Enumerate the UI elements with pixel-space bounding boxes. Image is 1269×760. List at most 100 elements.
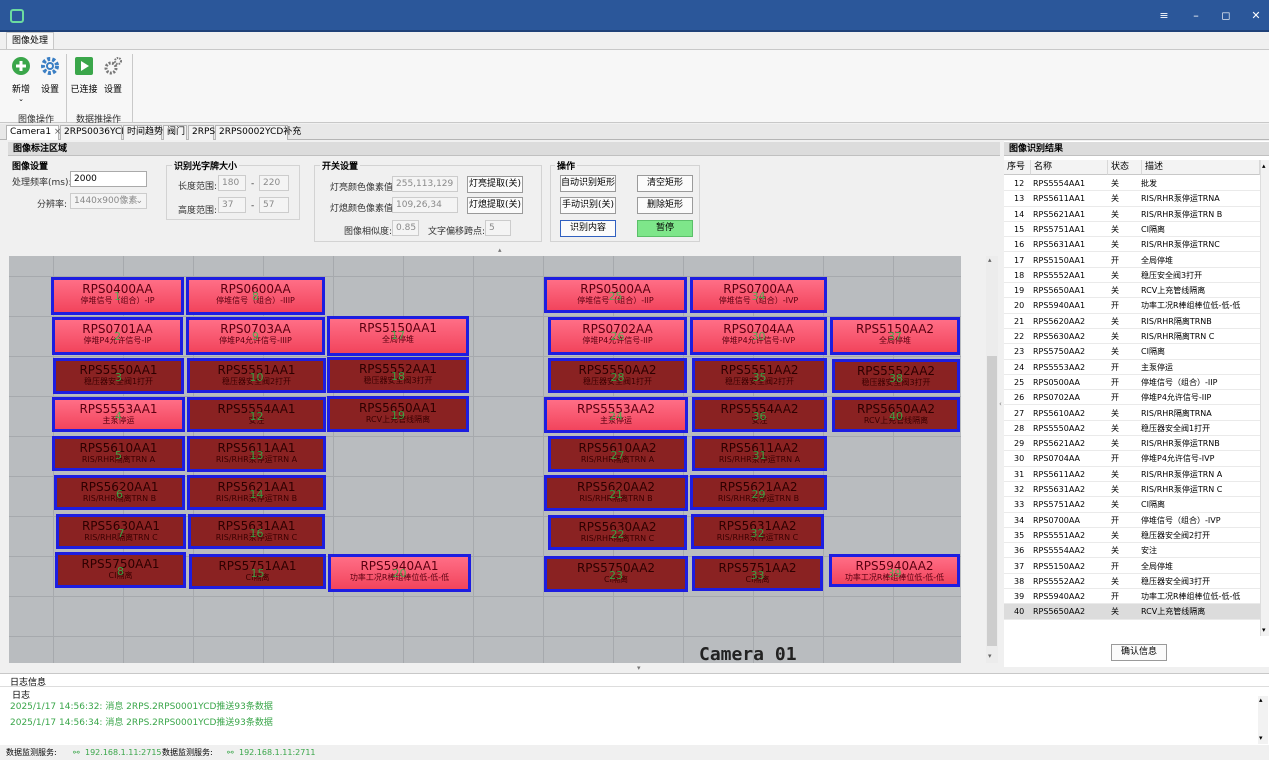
table-row[interactable]: 17 RPS5150AA1 开 全局停堆 xyxy=(1004,253,1260,268)
table-row[interactable]: 22 RPS5630AA2 关 RIS/RHR隔离TRN C xyxy=(1004,329,1260,345)
annunciator-tile[interactable]: RPS5630AA2 RIS/RHR隔离TRN C 22 xyxy=(548,515,687,550)
table-row[interactable]: 26 RPS0702AA 开 停堆P4允许信号-IIP xyxy=(1004,390,1260,406)
annunciator-tile[interactable]: RPS5630AA1 RIS/RHR隔离TRN C7 xyxy=(56,514,186,549)
auto-rect-button[interactable]: 自动识别矩形 xyxy=(560,175,616,192)
off-extract-button[interactable]: 灯熄提取(关) xyxy=(467,197,523,214)
col-header-index[interactable]: 序号 xyxy=(1004,160,1031,175)
recognize-button[interactable]: 识别内容 xyxy=(560,220,616,237)
freq-input[interactable]: 2000 xyxy=(70,171,147,187)
annunciator-tile[interactable]: RPS5551AA1 稳压器安全阀2打开 10 xyxy=(187,358,326,393)
annunciator-tile[interactable]: RPS5650AA1 RCV上充管线隔离 19 xyxy=(327,396,469,432)
table-row[interactable]: 25 RPS0500AA 开 停堆信号（组合）-IIP xyxy=(1004,375,1260,391)
annunciator-tile[interactable]: RPS5621AA2 RIS/RHR泵停运TRN B 29 xyxy=(690,475,827,510)
scroll-down-icon[interactable]: ▾ xyxy=(1259,734,1263,742)
minimize-button[interactable]: – xyxy=(1185,7,1207,25)
annunciator-tile[interactable]: RPS5553AA2 主泵停运 24 xyxy=(544,397,688,433)
data-settings-button[interactable]: 设置 xyxy=(100,56,126,95)
length-max-input[interactable]: 220 xyxy=(259,175,289,191)
height-min-input[interactable]: 37 xyxy=(218,197,246,213)
clear-rect-button[interactable]: 清空矩形 xyxy=(637,175,693,192)
annunciator-tile[interactable]: RPS5551AA2 稳压器安全阀2打开 35 xyxy=(692,358,827,393)
table-row[interactable]: 38 RPS5552AA2 关 稳压器安全阀3打开 xyxy=(1004,574,1260,590)
scroll-up-icon[interactable]: ▴ xyxy=(988,256,992,264)
table-row[interactable]: 32 RPS5631AA2 关 RIS/RHR泵停运TRN C xyxy=(1004,482,1260,498)
col-header-desc[interactable]: 描述 xyxy=(1142,160,1260,175)
settings-button[interactable]: 设置 xyxy=(36,56,64,95)
table-row[interactable]: 35 RPS5551AA2 关 稳压器安全阀2打开 xyxy=(1004,528,1260,544)
annunciator-tile[interactable]: RPS5650AA2 RCV上充管线隔离 40 xyxy=(832,397,960,432)
table-row[interactable]: 24 RPS5553AA2 开 主泵停运 xyxy=(1004,360,1260,375)
on-color-input[interactable]: 255,113,129 xyxy=(392,176,458,192)
length-min-input[interactable]: 180 xyxy=(218,175,246,191)
scroll-up-icon[interactable]: ▴ xyxy=(1262,162,1266,170)
annunciator-tile[interactable]: RPS5552AA2 稳压器安全阀3打开 38 xyxy=(832,359,960,393)
tab-time-trend[interactable]: 时间趋势 xyxy=(123,125,163,140)
annunciator-tile[interactable]: RPS0400AA 停堆信号（组合）-IP 1 xyxy=(51,277,184,315)
annunciator-tile[interactable]: RPS5631AA1 RIS/RHR泵停运TRN C 16 xyxy=(188,514,325,549)
pause-button[interactable]: 暂停 xyxy=(637,220,693,237)
height-max-input[interactable]: 57 xyxy=(259,197,289,213)
table-row[interactable]: 30 RPS0704AA 开 停堆P4允许信号-IVP xyxy=(1004,451,1260,467)
table-row[interactable]: 33 RPS5751AA2 关 CI隔离 xyxy=(1004,497,1260,513)
connected-button[interactable]: 已连接 xyxy=(70,56,98,95)
log-scrollbar[interactable]: ▴ ▾ xyxy=(1258,696,1268,744)
table-row[interactable]: 20 RPS5940AA1 开 功率工况R棒组棒位低-低-低 xyxy=(1004,298,1260,314)
confirm-button[interactable]: 确认信息 xyxy=(1111,644,1167,661)
col-header-name[interactable]: 名称 xyxy=(1031,160,1108,175)
annunciator-tile[interactable]: RPS5620AA1 RIS/RHR隔离TRN B6 xyxy=(54,475,185,510)
annunciator-tile[interactable]: RPS5550AA2 稳压器安全阀1打开 28 xyxy=(548,358,687,393)
annunciator-tile[interactable]: RPS0500AA 停堆信号（组合）-IIP 25 xyxy=(544,277,687,313)
bottom-splitter-icon[interactable]: ▾ xyxy=(637,664,641,672)
delete-rect-button[interactable]: 删除矩形 xyxy=(637,197,693,214)
annunciator-tile[interactable]: RPS5940AA2 功率工况R棒组棒位低-低-低 39 xyxy=(829,554,960,587)
splitter-arrow-icon[interactable]: ▴ xyxy=(498,246,502,254)
tab-valve[interactable]: 阀门 xyxy=(163,125,187,140)
annunciator-tile[interactable]: RPS5750AA2 CI隔离 23 xyxy=(544,556,688,592)
similarity-input[interactable]: 0.85 xyxy=(392,220,419,236)
annunciator-tile[interactable]: RPS5150AA1 全局停堆 17 xyxy=(327,316,469,356)
annunciator-tile[interactable]: RPS0701AA 停堆P4允许信号-IP 2 xyxy=(52,317,183,355)
table-row[interactable]: 27 RPS5610AA2 关 RIS/RHR隔离TRNA xyxy=(1004,406,1260,421)
table-row[interactable]: 31 RPS5611AA2 关 RIS/RHR泵停运TRN A xyxy=(1004,467,1260,482)
table-row[interactable]: 15 RPS5751AA1 关 CI隔离 xyxy=(1004,222,1260,238)
annunciator-tile[interactable]: RPS5621AA1 RIS/RHR泵停运TRN B 14 xyxy=(187,475,326,510)
menu-icon[interactable]: ≡ xyxy=(1153,7,1175,25)
table-row[interactable]: 28 RPS5550AA2 关 稳压器安全阀1打开 xyxy=(1004,421,1260,437)
table-row[interactable]: 23 RPS5750AA2 关 CI隔离 xyxy=(1004,344,1260,360)
annunciator-tile[interactable]: RPS5553AA1 主泵停运 4 xyxy=(52,397,185,432)
new-button[interactable]: 新增 ⌄ xyxy=(8,56,34,103)
annunciator-tile[interactable]: RPS5552AA1 稳压器安全阀3打开 18 xyxy=(327,357,469,393)
camera-view[interactable]: RPS0400AA 停堆信号（组合）-IP 1 RPS0600AA 停堆信号（组合）-I… xyxy=(9,256,961,663)
annunciator-tile[interactable]: RPS5554AA1 安注 12 xyxy=(187,397,326,432)
table-row[interactable]: 19 RPS5650AA1 关 RCV上充管线隔离 xyxy=(1004,283,1260,299)
tab-2rps[interactable]: 2RPS xyxy=(188,125,215,140)
table-row[interactable]: 16 RPS5631AA1 关 RIS/RHR泵停运TRNC xyxy=(1004,237,1260,253)
annunciator-tile[interactable]: RPS5150AA2 全局停堆 37 xyxy=(830,317,960,355)
scroll-down-icon[interactable]: ▾ xyxy=(1262,626,1266,634)
maximize-button[interactable]: ◻ xyxy=(1215,7,1237,25)
table-row[interactable]: 18 RPS5552AA1 关 稳压安全阀3打开 xyxy=(1004,268,1260,284)
table-row[interactable]: 14 RPS5621AA1 关 RIS/RHR泵停运TRN B xyxy=(1004,207,1260,222)
ribbon-tab-image-processing[interactable]: 图像处理 xyxy=(6,32,54,50)
resolution-select[interactable]: 1440x900像素 ⌄ xyxy=(70,193,147,209)
annunciator-tile[interactable]: RPS0600AA 停堆信号（组合）-IIIP 8 xyxy=(186,277,325,315)
tab-2rps0036ycd2[interactable]: 2RPS0036YCD2 xyxy=(60,125,134,140)
offset-input[interactable]: 5 xyxy=(485,220,511,236)
annunciator-tile[interactable]: RPS0703AA 停堆P4允许信号-IIIP 9 xyxy=(186,317,325,355)
annunciator-tile[interactable]: RPS5550AA1 稳压器安全阀1打开 3 xyxy=(53,358,184,394)
close-button[interactable]: ✕ xyxy=(1245,7,1267,25)
annunciator-tile[interactable]: RPS5751AA1 CI隔离 15 xyxy=(189,554,326,589)
annunciator-tile[interactable]: RPS5751AA2 CI隔离 33 xyxy=(692,556,823,591)
table-row[interactable]: 13 RPS5611AA1 关 RIS/RHR泵停运TRNA xyxy=(1004,191,1260,207)
annunciator-tile[interactable]: RPS5631AA2 RIS/RHR泵停运TRN C 32 xyxy=(691,514,824,549)
table-row[interactable]: 12 RPS5554AA1 关 批发 xyxy=(1004,176,1260,192)
tab-2rps0002ycd-supplement[interactable]: 2RPS0002YCD补充 xyxy=(215,125,301,140)
annunciator-tile[interactable]: RPS5611AA2 RIS/RHR泵停运TRN A 31 xyxy=(692,436,827,471)
table-row[interactable]: 29 RPS5621AA2 关 RIS/RHR泵停运TRNB xyxy=(1004,436,1260,452)
annunciator-tile[interactable]: RPS5610AA1 RIS/RHR隔离TRN A5 xyxy=(52,436,185,471)
table-row[interactable]: 37 RPS5150AA2 开 全局停堆 xyxy=(1004,559,1260,574)
annunciator-tile[interactable]: RPS5620AA2 RIS/RHR隔离TRN B 21 xyxy=(544,475,688,511)
side-splitter-icon[interactable]: ‹ xyxy=(999,400,1002,408)
scroll-thumb[interactable] xyxy=(987,356,997,646)
scroll-down-icon[interactable]: ▾ xyxy=(988,652,992,660)
